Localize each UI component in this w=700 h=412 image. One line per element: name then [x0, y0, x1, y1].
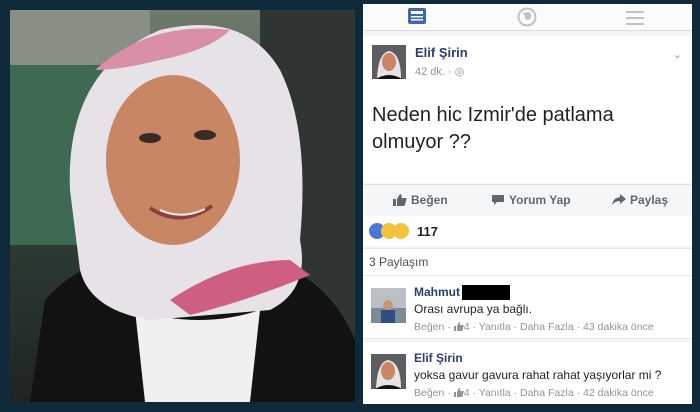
- share-label: Paylaş: [630, 193, 669, 207]
- comment-like-count: 4: [463, 321, 470, 333]
- reaction-count: 117: [417, 224, 438, 239]
- comment-time: 42 dakika önce: [583, 387, 654, 399]
- menu-icon[interactable]: [625, 10, 645, 26]
- share-button[interactable]: Paylaş: [612, 193, 668, 207]
- comment-like-link[interactable]: Beğen: [414, 387, 444, 399]
- comment-label: Yorum Yap: [509, 193, 571, 207]
- comment-author-avatar[interactable]: [371, 354, 406, 389]
- post-text: Neden hic Izmir'de patlama olmuyor ??: [372, 104, 614, 153]
- like-label: Beğen: [411, 193, 448, 207]
- like-button[interactable]: Beğen: [393, 193, 448, 207]
- thumbs-up-icon: [393, 194, 407, 206]
- comment-like-link[interactable]: Beğen: [414, 321, 444, 333]
- top-navigation-bar: [363, 4, 692, 31]
- comment-text: Orası avrupa ya bağlı.: [414, 302, 533, 316]
- comment-author-avatar[interactable]: [371, 288, 406, 323]
- post-timestamp[interactable]: 42 dk. · ◎: [415, 65, 464, 78]
- comment-item: Elif Şirin yoksa gavur gavura rahat raha…: [363, 342, 692, 404]
- post-actions-bar: Beğen Yorum Yap Paylaş: [363, 184, 692, 217]
- profile-photo: [10, 10, 355, 402]
- notifications-globe-icon[interactable]: [517, 7, 537, 27]
- comment-time: 43 dakika önce: [583, 321, 654, 333]
- share-count: 3 Paylaşım: [369, 255, 429, 269]
- comment-meta: Beğen · 4 · Yanıtla · Daha Fazla · 43 da…: [414, 321, 654, 333]
- shares-row[interactable]: 3 Paylaşım: [363, 248, 692, 276]
- screenshot-frame: Elif Şirin 42 dk. · ◎ ⌄ Neden hic Izmir'…: [0, 0, 700, 412]
- wow-reaction-icon: [393, 223, 409, 239]
- reactions-row[interactable]: 117: [363, 216, 692, 246]
- privacy-globe-icon: ◎: [454, 66, 465, 78]
- thumbs-up-icon: [453, 388, 464, 397]
- comment-button[interactable]: Yorum Yap: [491, 193, 571, 207]
- comment-icon: [492, 195, 504, 205]
- comment-more-link[interactable]: Daha Fazla: [520, 387, 574, 399]
- comment-reply-link[interactable]: Yanıtla: [479, 387, 511, 399]
- thumbs-up-icon: [453, 322, 464, 331]
- post-author-avatar[interactable]: [372, 45, 406, 79]
- post-author-name[interactable]: Elif Şirin: [415, 45, 468, 60]
- post-card: Elif Şirin 42 dk. · ◎ ⌄ Neden hic Izmir'…: [363, 36, 692, 183]
- share-arrow-icon: [612, 194, 626, 205]
- comment-more-link[interactable]: Daha Fazla: [520, 321, 574, 333]
- redaction-bar: [462, 285, 510, 300]
- comment-item: Mahmut Orası avrupa ya bağlı. Beğen · 4 …: [363, 276, 692, 339]
- post-time-text: 42 dk. ·: [415, 66, 452, 78]
- comment-text: yoksa gavur gavura rahat rahat yaşıyorla…: [414, 368, 662, 382]
- comment-author-name[interactable]: Mahmut: [414, 285, 460, 299]
- news-feed-icon[interactable]: [407, 7, 427, 25]
- chevron-down-icon[interactable]: ⌄: [673, 48, 682, 61]
- comment-author-name[interactable]: Elif Şirin: [414, 351, 463, 365]
- comment-like-count: 4: [463, 387, 470, 399]
- comment-reply-link[interactable]: Yanıtla: [479, 321, 511, 333]
- comment-meta: Beğen · 4 · Yanıtla · Daha Fazla · 42 da…: [414, 387, 654, 399]
- facebook-panel: Elif Şirin 42 dk. · ◎ ⌄ Neden hic Izmir'…: [363, 4, 692, 404]
